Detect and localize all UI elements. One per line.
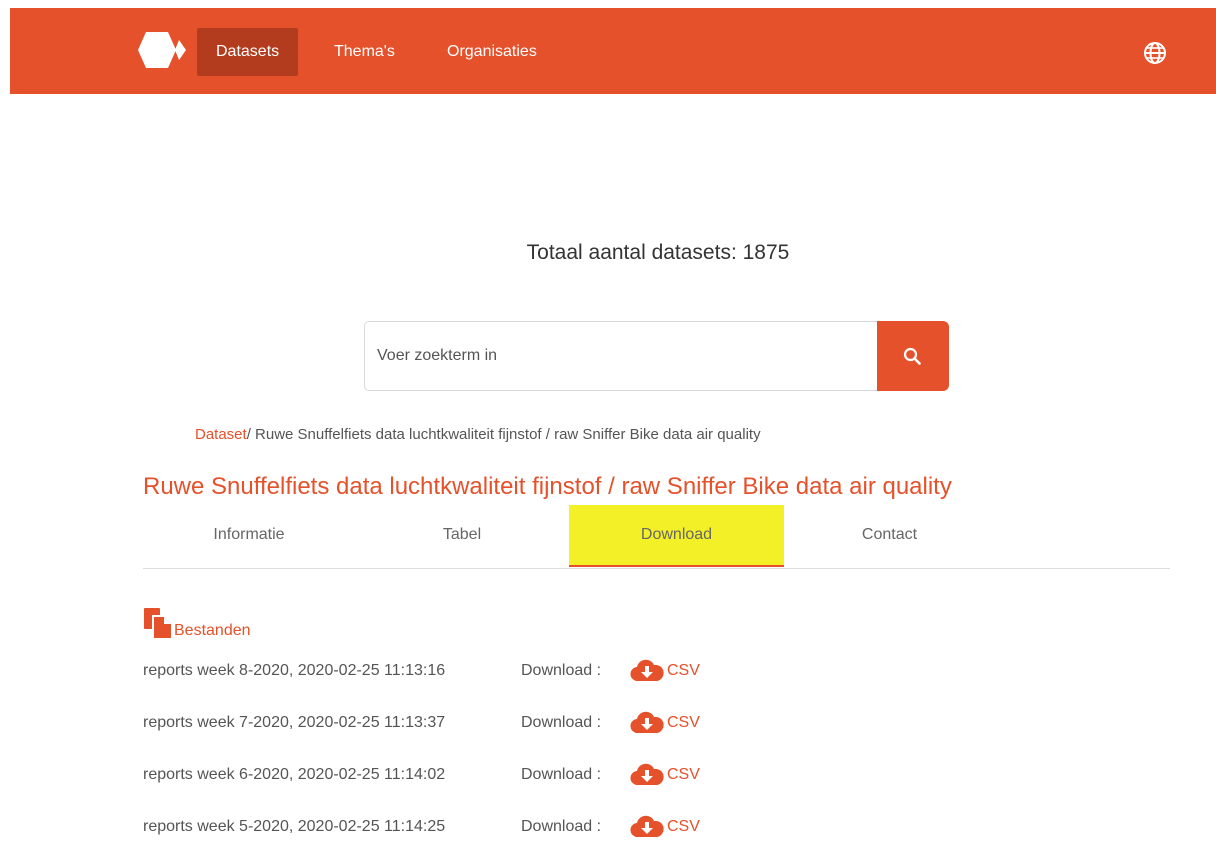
globe-icon[interactable]	[1143, 41, 1167, 65]
download-label: Download :	[521, 766, 602, 783]
download-label: Download :	[521, 714, 602, 731]
tab-contact[interactable]: Contact	[784, 505, 995, 567]
cloud-download-icon[interactable]	[629, 659, 665, 683]
breadcrumb-current: / Ruwe Snuffelfiets data luchtkwaliteit …	[246, 426, 761, 443]
top-navbar: Datasets Thema's Organisaties	[10, 8, 1216, 94]
search-bar	[364, 321, 949, 391]
nav-datasets[interactable]: Datasets	[197, 28, 299, 76]
cloud-download-icon[interactable]	[629, 711, 665, 735]
dataset-title: Ruwe Snuffelfiets data luchtkwaliteit fi…	[143, 473, 952, 500]
search-button[interactable]	[877, 321, 949, 391]
csv-download-link[interactable]: CSV	[667, 662, 700, 680]
files-heading-label: Bestanden	[174, 622, 251, 639]
search-icon	[903, 347, 921, 365]
breadcrumb: Dataset/ Ruwe Snuffelfiets data luchtkwa…	[195, 426, 761, 443]
nav-themas[interactable]: Thema's	[315, 28, 414, 76]
nav-organisaties[interactable]: Organisaties	[428, 28, 556, 76]
files-copy-icon	[144, 608, 173, 640]
tab-informatie[interactable]: Informatie	[143, 505, 355, 567]
csv-download-link[interactable]: CSV	[667, 714, 700, 732]
cloud-download-icon[interactable]	[629, 815, 665, 839]
download-label: Download :	[521, 662, 602, 679]
file-name: reports week 7-2020, 2020-02-25 11:13:37	[143, 714, 446, 731]
file-name: reports week 8-2020, 2020-02-25 11:13:16	[143, 662, 446, 679]
file-name: reports week 6-2020, 2020-02-25 11:14:02	[143, 766, 446, 783]
breadcrumb-dataset-link[interactable]: Dataset	[195, 426, 247, 443]
csv-download-link[interactable]: CSV	[667, 766, 700, 784]
dataset-tabs: Informatie Tabel Download Contact	[143, 505, 1170, 569]
file-name: reports week 5-2020, 2020-02-25 11:14:25	[143, 818, 446, 835]
tab-download[interactable]: Download	[569, 505, 784, 567]
cloud-download-icon[interactable]	[629, 763, 665, 787]
logo-icon[interactable]	[138, 28, 188, 72]
total-datasets-text: Totaal aantal datasets: 1875	[526, 241, 790, 264]
tab-tabel[interactable]: Tabel	[355, 505, 569, 567]
download-label: Download :	[521, 818, 602, 835]
search-input[interactable]	[364, 321, 878, 391]
csv-download-link[interactable]: CSV	[667, 818, 700, 836]
